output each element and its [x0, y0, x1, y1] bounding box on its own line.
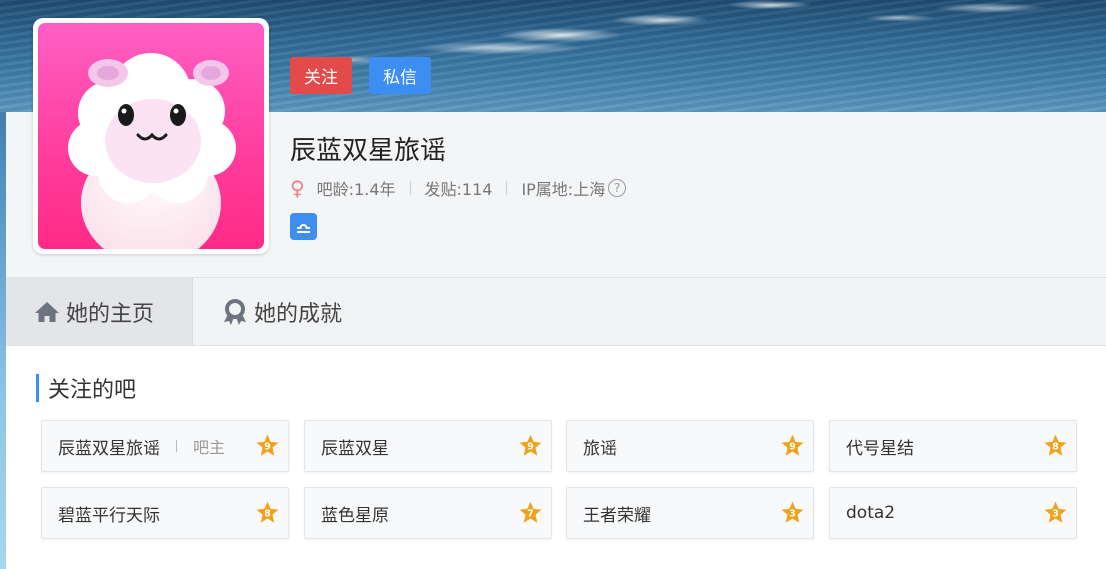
avatar[interactable]: [33, 18, 269, 254]
tieba-name: 王者荣耀: [583, 505, 651, 526]
badge-icon: [224, 298, 246, 325]
tieba-item[interactable]: 代号星结 8: [829, 420, 1077, 472]
tieba-item[interactable]: dota2 3: [829, 487, 1077, 539]
tieba-name: 旅谣: [583, 438, 617, 459]
post-count: 发贴:114: [424, 180, 493, 199]
profile-meta: ♀ 吧龄:1.4年 发贴:114 IP属地:上海 ?: [290, 176, 627, 200]
level-star-icon: 3: [1044, 501, 1067, 523]
svg-text:9: 9: [264, 442, 271, 453]
username: 辰蓝双星旅谣: [290, 136, 447, 166]
tieba-item[interactable]: 王者荣耀 3: [566, 487, 814, 539]
svg-text:9: 9: [789, 442, 796, 453]
tab-achievements-label: 她的成就: [254, 301, 343, 327]
section-title: 关注的吧: [36, 374, 136, 403]
svg-text:7: 7: [527, 509, 534, 520]
level-star-icon: 7: [519, 501, 542, 523]
svg-text:8: 8: [264, 509, 271, 520]
avatar-image: [38, 23, 264, 249]
tieba-name: 碧蓝平行天际: [58, 505, 160, 526]
home-icon: [35, 301, 59, 322]
help-icon[interactable]: ?: [608, 179, 627, 197]
tieba-item[interactable]: 碧蓝平行天际 8: [41, 487, 289, 539]
libra-badge-icon[interactable]: [290, 213, 317, 240]
tieba-name: dota2: [846, 503, 896, 523]
svg-text:8: 8: [1052, 442, 1059, 453]
svg-text:9: 9: [527, 442, 534, 453]
level-star-icon: 9: [256, 434, 279, 456]
follow-button[interactable]: 关注: [290, 57, 352, 94]
tieba-item[interactable]: 旅谣 9: [566, 420, 814, 472]
tieba-name: 蓝色星原: [321, 505, 389, 526]
tieba-item[interactable]: 蓝色星原 7: [304, 487, 552, 539]
tieba-name: 辰蓝双星: [321, 438, 389, 459]
tieba-name: 代号星结: [846, 438, 914, 459]
level-star-icon: 9: [519, 434, 542, 456]
tab-achievements[interactable]: 她的成就: [193, 278, 370, 345]
divider: [176, 440, 177, 452]
female-icon: ♀: [290, 176, 305, 200]
message-button[interactable]: 私信: [369, 57, 431, 94]
tab-home-label: 她的主页: [66, 301, 155, 327]
tieba-name: 辰蓝双星旅谣: [58, 438, 160, 459]
svg-text:3: 3: [789, 509, 796, 520]
tieba-age: 吧龄:1.4年: [316, 180, 396, 199]
divider: [506, 181, 508, 195]
level-star-icon: 8: [256, 501, 279, 523]
tab-home[interactable]: 她的主页: [6, 278, 193, 345]
svg-text:3: 3: [1052, 509, 1059, 520]
ip-location: IP属地:上海: [521, 180, 606, 199]
tieba-item[interactable]: 辰蓝双星 9: [304, 420, 552, 472]
divider: [409, 181, 411, 195]
level-star-icon: 9: [781, 434, 804, 456]
owner-tag: 吧主: [193, 438, 226, 457]
profile-tabs: 她的主页 她的成就: [6, 277, 1106, 346]
level-star-icon: 8: [1044, 434, 1067, 456]
level-star-icon: 3: [781, 501, 804, 523]
tieba-item[interactable]: 辰蓝双星旅谣 吧主 9: [41, 420, 289, 472]
